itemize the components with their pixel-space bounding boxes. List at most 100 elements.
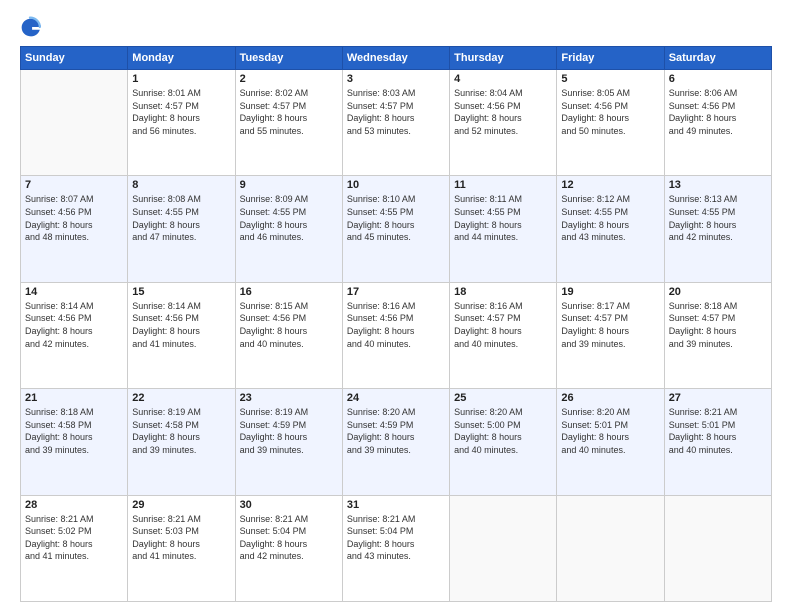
cell-day-number: 16 [240,286,338,298]
cell-day-number: 26 [561,392,659,404]
cell-day-number: 30 [240,499,338,511]
calendar-cell [21,70,128,176]
calendar: SundayMondayTuesdayWednesdayThursdayFrid… [20,46,772,602]
cell-day-number: 31 [347,499,445,511]
cell-day-number: 19 [561,286,659,298]
cell-info: Sunrise: 8:21 AMSunset: 5:04 PMDaylight:… [347,513,445,563]
calendar-cell [557,495,664,601]
logo-icon [20,16,42,38]
cell-info: Sunrise: 8:19 AMSunset: 4:58 PMDaylight:… [132,406,230,456]
cell-info: Sunrise: 8:01 AMSunset: 4:57 PMDaylight:… [132,87,230,137]
cell-info: Sunrise: 8:18 AMSunset: 4:57 PMDaylight:… [669,300,767,350]
calendar-cell: 28 Sunrise: 8:21 AMSunset: 5:02 PMDayligh… [21,495,128,601]
cell-day-number: 23 [240,392,338,404]
calendar-cell: 26Sunrise: 8:20 AMSunset: 5:01 PMDayligh… [557,389,664,495]
calendar-cell: 31 Sunrise: 8:21 AMSunset: 5:04 PMDayligh… [342,495,449,601]
cell-info: Sunrise: 8:06 AMSunset: 4:56 PMDaylight:… [669,87,767,137]
cell-day-number: 15 [132,286,230,298]
weekday-header-thursday: Thursday [450,47,557,70]
calendar-cell: 20 Sunrise: 8:18 AMSunset: 4:57 PMDayligh… [664,282,771,388]
calendar-cell: 16Sunrise: 8:15 AMSunset: 4:56 PMDayligh… [235,282,342,388]
cell-info: Sunrise: 8:12 AMSunset: 4:55 PMDaylight:… [561,193,659,243]
cell-info: Sunrise: 8:13 AMSunset: 4:55 PMDaylight:… [669,193,767,243]
calendar-cell: 7Sunrise: 8:07 AMSunset: 4:56 PMDaylight… [21,176,128,282]
calendar-cell: 14 Sunrise: 8:14 AMSunset: 4:56 PMDayligh… [21,282,128,388]
calendar-cell: 24Sunrise: 8:20 AMSunset: 4:59 PMDayligh… [342,389,449,495]
weekday-header-friday: Friday [557,47,664,70]
weekday-header-tuesday: Tuesday [235,47,342,70]
cell-day-number: 5 [561,73,659,85]
calendar-cell: 13 Sunrise: 8:13 AMSunset: 4:55 PMDayligh… [664,176,771,282]
cell-day-number: 24 [347,392,445,404]
cell-info: Sunrise: 8:07 AMSunset: 4:56 PMDaylight:… [25,193,123,243]
calendar-cell: 17 Sunrise: 8:16 AMSunset: 4:56 PMDayligh… [342,282,449,388]
cell-info: Sunrise: 8:21 AMSunset: 5:02 PMDaylight:… [25,513,123,563]
cell-day-number: 12 [561,179,659,191]
header [20,16,772,38]
cell-info: Sunrise: 8:21 AMSunset: 5:01 PMDaylight:… [669,406,767,456]
calendar-cell: 6 Sunrise: 8:06 AMSunset: 4:56 PMDaylight… [664,70,771,176]
cell-day-number: 27 [669,392,767,404]
cell-info: Sunrise: 8:11 AMSunset: 4:55 PMDaylight:… [454,193,552,243]
cell-day-number: 9 [240,179,338,191]
calendar-week-row: 14 Sunrise: 8:14 AMSunset: 4:56 PMDayligh… [21,282,772,388]
calendar-cell: 19 Sunrise: 8:17 AMSunset: 4:57 PMDayligh… [557,282,664,388]
calendar-week-row: 28 Sunrise: 8:21 AMSunset: 5:02 PMDayligh… [21,495,772,601]
calendar-cell: 10Sunrise: 8:10 AMSunset: 4:55 PMDayligh… [342,176,449,282]
calendar-cell: 11 Sunrise: 8:11 AMSunset: 4:55 PMDayligh… [450,176,557,282]
cell-day-number: 21 [25,392,123,404]
weekday-header-wednesday: Wednesday [342,47,449,70]
calendar-cell: 18 Sunrise: 8:16 AMSunset: 4:57 PMDayligh… [450,282,557,388]
cell-info: Sunrise: 8:17 AMSunset: 4:57 PMDaylight:… [561,300,659,350]
cell-info: Sunrise: 8:16 AMSunset: 4:57 PMDaylight:… [454,300,552,350]
weekday-header-saturday: Saturday [664,47,771,70]
calendar-cell: 27 Sunrise: 8:21 AMSunset: 5:01 PMDayligh… [664,389,771,495]
calendar-cell: 29Sunrise: 8:21 AMSunset: 5:03 PMDayligh… [128,495,235,601]
calendar-cell: 3 Sunrise: 8:03 AMSunset: 4:57 PMDaylight… [342,70,449,176]
calendar-cell: 12 Sunrise: 8:12 AMSunset: 4:55 PMDayligh… [557,176,664,282]
cell-info: Sunrise: 8:09 AMSunset: 4:55 PMDaylight:… [240,193,338,243]
weekday-header-sunday: Sunday [21,47,128,70]
cell-day-number: 1 [132,73,230,85]
calendar-cell [450,495,557,601]
cell-day-number: 25 [454,392,552,404]
calendar-cell: 25Sunrise: 8:20 AMSunset: 5:00 PMDayligh… [450,389,557,495]
cell-info: Sunrise: 8:04 AMSunset: 4:56 PMDaylight:… [454,87,552,137]
cell-info: Sunrise: 8:16 AMSunset: 4:56 PMDaylight:… [347,300,445,350]
cell-info: Sunrise: 8:14 AMSunset: 4:56 PMDaylight:… [25,300,123,350]
calendar-cell: 1 Sunrise: 8:01 AMSunset: 4:57 PMDaylight… [128,70,235,176]
cell-day-number: 10 [347,179,445,191]
calendar-cell: 8 Sunrise: 8:08 AMSunset: 4:55 PMDaylight… [128,176,235,282]
cell-day-number: 17 [347,286,445,298]
calendar-cell: 5 Sunrise: 8:05 AMSunset: 4:56 PMDaylight… [557,70,664,176]
cell-info: Sunrise: 8:02 AMSunset: 4:57 PMDaylight:… [240,87,338,137]
calendar-header-row: SundayMondayTuesdayWednesdayThursdayFrid… [21,47,772,70]
cell-info: Sunrise: 8:03 AMSunset: 4:57 PMDaylight:… [347,87,445,137]
cell-day-number: 20 [669,286,767,298]
cell-day-number: 14 [25,286,123,298]
cell-day-number: 22 [132,392,230,404]
cell-info: Sunrise: 8:19 AMSunset: 4:59 PMDaylight:… [240,406,338,456]
page: SundayMondayTuesdayWednesdayThursdayFrid… [0,0,792,612]
cell-info: Sunrise: 8:08 AMSunset: 4:55 PMDaylight:… [132,193,230,243]
calendar-cell: 9 Sunrise: 8:09 AMSunset: 4:55 PMDaylight… [235,176,342,282]
cell-day-number: 11 [454,179,552,191]
cell-info: Sunrise: 8:05 AMSunset: 4:56 PMDaylight:… [561,87,659,137]
logo [20,16,46,38]
weekday-header-monday: Monday [128,47,235,70]
calendar-week-row: 7Sunrise: 8:07 AMSunset: 4:56 PMDaylight… [21,176,772,282]
cell-day-number: 13 [669,179,767,191]
cell-day-number: 3 [347,73,445,85]
cell-day-number: 28 [25,499,123,511]
calendar-cell [664,495,771,601]
calendar-cell: 4Sunrise: 8:04 AMSunset: 4:56 PMDaylight… [450,70,557,176]
cell-info: Sunrise: 8:18 AMSunset: 4:58 PMDaylight:… [25,406,123,456]
cell-day-number: 6 [669,73,767,85]
cell-info: Sunrise: 8:21 AMSunset: 5:03 PMDaylight:… [132,513,230,563]
cell-day-number: 18 [454,286,552,298]
cell-info: Sunrise: 8:14 AMSunset: 4:56 PMDaylight:… [132,300,230,350]
cell-day-number: 8 [132,179,230,191]
calendar-week-row: 1 Sunrise: 8:01 AMSunset: 4:57 PMDaylight… [21,70,772,176]
calendar-cell: 15 Sunrise: 8:14 AMSunset: 4:56 PMDayligh… [128,282,235,388]
cell-info: Sunrise: 8:21 AMSunset: 5:04 PMDaylight:… [240,513,338,563]
